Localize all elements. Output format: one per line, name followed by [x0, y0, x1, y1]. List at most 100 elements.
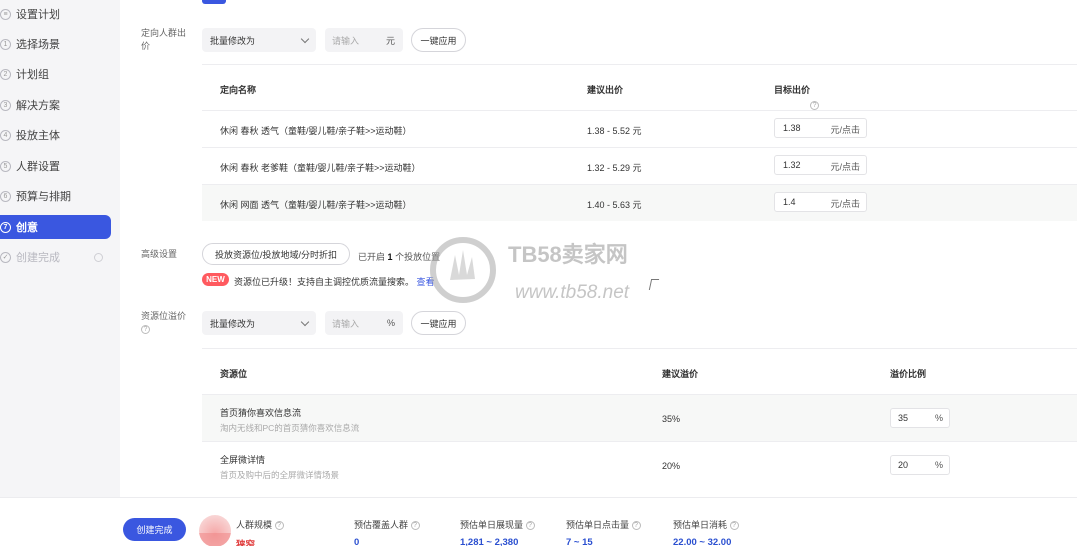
status-count: 1 — [387, 252, 393, 262]
resource-name: 全屏微详情 — [220, 455, 266, 465]
ratio-unit: % — [934, 460, 943, 470]
chevron-down-icon — [300, 317, 310, 327]
suggest-bid: 1.40 - 5.63 元 — [587, 200, 642, 210]
sidebar-step-subject[interactable]: 4 投放主体 — [0, 123, 111, 147]
input-placeholder: 请输入 — [332, 318, 360, 329]
step-number: 1 — [0, 38, 11, 50]
stat-label: 预估单日消耗 — [673, 520, 728, 530]
new-feature-desc: 资源位已升级！支持自主调控优质流量搜索。 — [234, 277, 415, 287]
target-bid-input[interactable]: 1.38 元/点击 — [774, 118, 867, 138]
bid-value: 1.38 — [783, 123, 801, 133]
table-row: 休闲 网面 透气（童鞋/婴儿鞋/亲子鞋>>运动鞋） 1.40 - 5.63 元 … — [202, 184, 1077, 221]
col-resource: 资源位 — [220, 369, 248, 379]
ratio-unit: % — [934, 413, 943, 423]
targeting-bid-label: 定向人群出价 — [141, 28, 187, 51]
col-suggest-premium: 建议溢价 — [662, 369, 699, 379]
stat-value: 7 ~ 15 — [566, 537, 593, 546]
watermark-logo-icon — [430, 237, 496, 303]
suggest-premium: 35% — [662, 414, 681, 424]
advanced-settings-button[interactable]: 投放资源位/投放地域/分时折扣 — [202, 243, 350, 265]
stat-label: 预估覆盖人群 — [354, 520, 409, 530]
help-icon[interactable]: ? — [274, 521, 284, 531]
step-label: 设置计划 — [16, 9, 60, 21]
top-scroll-indicator — [202, 0, 226, 4]
resource-label-text: 资源位溢价 — [141, 311, 187, 321]
footer-bar: 创建完成 人群规模 ? 狭窄 预估覆盖人群 ? 0 预估单日展现量 ? 1,28… — [0, 497, 1077, 546]
step-label: 预算与排期 — [16, 191, 71, 203]
suggest-bid: 1.38 - 5.52 元 — [587, 126, 642, 136]
help-icon[interactable]: ? — [810, 101, 820, 110]
col-target: 目标出价 ? — [774, 83, 820, 110]
bid-value: 1.32 — [783, 160, 801, 170]
step-label: 创建完成 — [16, 252, 60, 264]
premium-ratio-input[interactable]: 20 % — [890, 455, 950, 475]
watermark-url: www.tb58.net — [515, 282, 630, 303]
resource-premium-input[interactable]: 请输入 % — [325, 311, 403, 335]
step-number: 3 — [0, 99, 11, 111]
col-premium-ratio: 溢价比例 — [890, 369, 927, 379]
target-bid-input[interactable]: 1.4 元/点击 — [774, 192, 867, 212]
help-icon[interactable]: ? — [729, 521, 739, 531]
suggest-bid: 1.32 - 5.29 元 — [587, 163, 642, 173]
table-row: 首页猜你喜欢信息流 淘内无线和PC的首页猜你喜欢信息流 35% 35 % — [202, 394, 1077, 441]
input-placeholder: 请输入 — [332, 35, 360, 46]
help-icon[interactable]: ? — [631, 521, 641, 531]
target-name: 休闲 春秋 老爹鞋（童鞋/婴儿鞋/亲子鞋>>运动鞋） — [220, 163, 421, 173]
sidebar-step-plan-group[interactable]: 2 计划组 — [0, 62, 111, 86]
step-label: 创意 — [16, 222, 38, 234]
select-value: 批量修改为 — [210, 318, 256, 329]
resource-batch-select[interactable]: 批量修改为 — [202, 311, 316, 335]
table-row: 全屏微详情 首页及购中后的全屏微详情场景 20% 20 % — [202, 441, 1077, 488]
lock-icon — [94, 252, 103, 262]
input-unit: % — [386, 318, 395, 328]
targeting-batch-select[interactable]: 批量修改为 — [202, 28, 316, 52]
resource-apply-button[interactable]: 一键应用 — [411, 311, 466, 335]
resource-desc: 首页及购中后的全屏微详情场景 — [220, 470, 340, 480]
bid-value: 1.4 — [783, 197, 796, 207]
table-row: 休闲 春秋 透气（童鞋/婴儿鞋/亲子鞋>>运动鞋） 1.38 - 5.52 元 … — [202, 110, 1077, 147]
targeting-apply-button[interactable]: 一键应用 — [411, 28, 466, 52]
col-name: 定向名称 — [220, 85, 257, 95]
stat-impressions: 预估单日展现量 ? 1,281 ~ 2,380 — [460, 518, 535, 546]
bid-unit: 元/点击 — [830, 162, 860, 172]
step-number: 6 — [0, 190, 11, 202]
stat-value: 22.00 ~ 32.00 — [673, 537, 732, 546]
stat-value: 1,281 ~ 2,380 — [460, 537, 519, 546]
stat-label: 预估单日展现量 — [460, 520, 524, 530]
step-number: 5 — [0, 160, 11, 172]
col-target-label: 目标出价 — [774, 85, 811, 95]
targeting-bid-input[interactable]: 请输入 元 — [325, 28, 403, 52]
help-icon[interactable]: ? — [410, 521, 420, 531]
stat-label: 预估单日点击量 — [566, 520, 630, 530]
help-icon[interactable]: ? — [525, 521, 535, 531]
stat-value: 狭窄 — [236, 540, 256, 546]
help-icon[interactable]: ? — [141, 325, 150, 335]
step-label: 投放主体 — [16, 130, 60, 142]
resource-table-header: 资源位 建议溢价 溢价比例 — [202, 348, 1077, 394]
sidebar-step-budget[interactable]: 6 预算与排期 — [0, 184, 111, 208]
sidebar-step-scene[interactable]: 1 选择场景 — [0, 32, 111, 56]
stat-crowd-scale: 人群规模 ? 狭窄 — [236, 518, 284, 546]
create-complete-button[interactable]: 创建完成 — [123, 518, 186, 541]
input-unit: 元 — [385, 35, 395, 46]
watermark-title: TB58卖家网 — [508, 242, 628, 267]
step-label: 选择场景 — [16, 39, 60, 51]
sidebar-step-solution[interactable]: 3 解决方案 — [0, 93, 111, 117]
stat-value: 0 — [354, 537, 360, 546]
step-number: 4 — [0, 129, 11, 141]
chevron-down-icon — [300, 34, 310, 44]
premium-ratio-input[interactable]: 35 % — [890, 408, 950, 428]
step-number: 7 — [0, 221, 11, 233]
sidebar-step-crowd[interactable]: 5 人群设置 — [0, 154, 111, 178]
sidebar-step-setup-plan[interactable]: ≡ 设置计划 — [0, 2, 111, 26]
targeting-table-header: 定向名称 建议出价 目标出价 ? — [202, 64, 1077, 110]
step-done-icon: ✓ — [0, 251, 11, 263]
target-bid-input[interactable]: 1.32 元/点击 — [774, 155, 867, 175]
bid-unit: 元/点击 — [830, 125, 860, 135]
sidebar-step-creative[interactable]: 7 创意 — [0, 215, 111, 239]
sidebar-step-complete: ✓ 创建完成 — [0, 245, 111, 269]
target-name: 休闲 网面 透气（童鞋/婴儿鞋/亲子鞋>>运动鞋） — [220, 200, 412, 210]
select-value: 批量修改为 — [210, 35, 256, 46]
new-badge: NEW — [202, 273, 229, 286]
table-row: 休闲 春秋 老爹鞋（童鞋/婴儿鞋/亲子鞋>>运动鞋） 1.32 - 5.29 元… — [202, 147, 1077, 184]
